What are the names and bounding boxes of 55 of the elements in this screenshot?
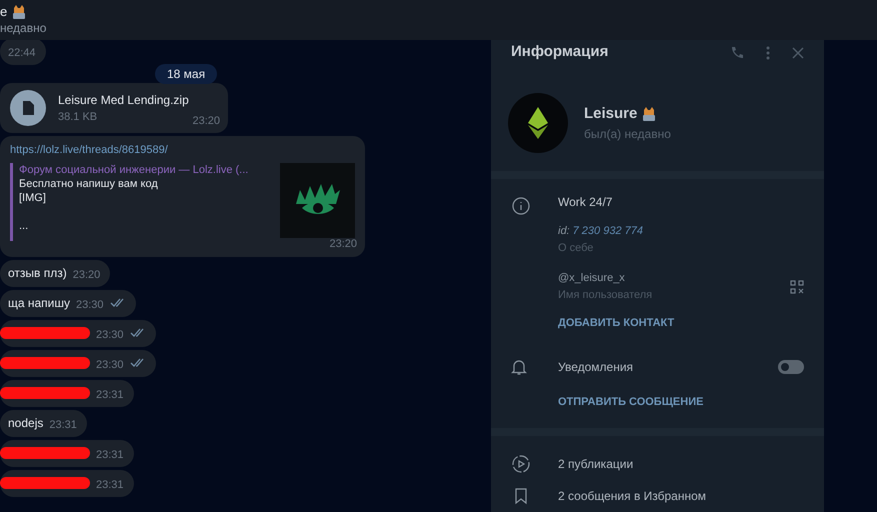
message-time: 23:30 xyxy=(96,358,124,373)
date-badge: 18 мая xyxy=(155,64,218,84)
panel-title: Информация xyxy=(511,42,610,62)
message-time: 23:31 xyxy=(96,478,124,493)
stats-row[interactable]: 2 сообщения в Избранном xyxy=(491,480,824,512)
stats-label: 2 сообщения в Избранном xyxy=(558,488,706,505)
close-icon[interactable] xyxy=(792,46,804,59)
qr-code-icon[interactable] xyxy=(790,280,804,294)
bio-caption: О себе xyxy=(558,240,594,256)
bio-text: Work 24/7 xyxy=(558,194,614,212)
message-text: nodejs xyxy=(8,415,44,432)
profile-name: Leisure xyxy=(584,104,638,124)
send-message-button[interactable]: ОТПРАВИТЬ СООБЩЕНИЕ xyxy=(558,394,804,410)
cat-emoji-icon xyxy=(641,106,658,122)
preview-text: [IMG] xyxy=(19,190,47,204)
preview-description: Бесплатно напишу вам код xyxy=(19,176,159,190)
notifications-label: Уведомления xyxy=(558,358,634,376)
double-check-icon xyxy=(130,328,146,338)
message-time: 23:31 xyxy=(96,388,124,403)
chat-title: e xyxy=(0,4,8,20)
username: @x_leisure_x xyxy=(558,271,626,286)
bell-icon xyxy=(511,358,527,376)
profile-status: был(а) недавно xyxy=(584,126,671,144)
message-text: ща напишу xyxy=(8,295,70,312)
message-time: 23:20 xyxy=(329,237,357,252)
message-time: 23:30 xyxy=(76,298,104,313)
message-text: отзыв плз) xyxy=(8,265,67,282)
notifications-toggle[interactable] xyxy=(778,360,804,374)
preview-text: ... xyxy=(19,218,30,232)
more-icon[interactable] xyxy=(766,46,770,60)
info-icon xyxy=(512,197,530,216)
stats-label: 2 публикации xyxy=(558,456,634,473)
file-icon[interactable] xyxy=(10,90,46,126)
username-caption: Имя пользователя xyxy=(558,288,652,303)
file-name[interactable]: Leisure Med Lending.zip xyxy=(58,90,189,109)
double-check-icon xyxy=(110,298,126,308)
stats-row[interactable]: 2 публикации xyxy=(491,448,824,480)
message-time: 22:44 xyxy=(8,46,36,62)
double-check-icon xyxy=(130,358,146,368)
message-time: 23:20 xyxy=(72,268,100,283)
avatar-icon[interactable] xyxy=(508,93,568,154)
message-time: 23:31 xyxy=(49,418,77,433)
id-label: id: xyxy=(558,224,570,240)
message-time: 23:31 xyxy=(96,448,124,463)
id-value: 7 230 932 774 xyxy=(572,224,643,240)
file-size: 38.1 KB xyxy=(58,110,98,125)
preview-site: Форум социальной инженерии — Lolz.live (... xyxy=(19,162,248,176)
play-circle-icon xyxy=(512,454,530,473)
add-contact-button[interactable]: ДОБАВИТЬ КОНТАКТ xyxy=(558,315,804,332)
message-time: 23:30 xyxy=(96,328,124,343)
message-time: 23:20 xyxy=(192,114,220,128)
link[interactable]: https://lolz.live/threads/8619589/ xyxy=(10,142,355,158)
phone-icon[interactable] xyxy=(730,46,744,60)
cat-emoji-icon xyxy=(11,4,28,20)
chat-status: недавно xyxy=(0,20,48,36)
